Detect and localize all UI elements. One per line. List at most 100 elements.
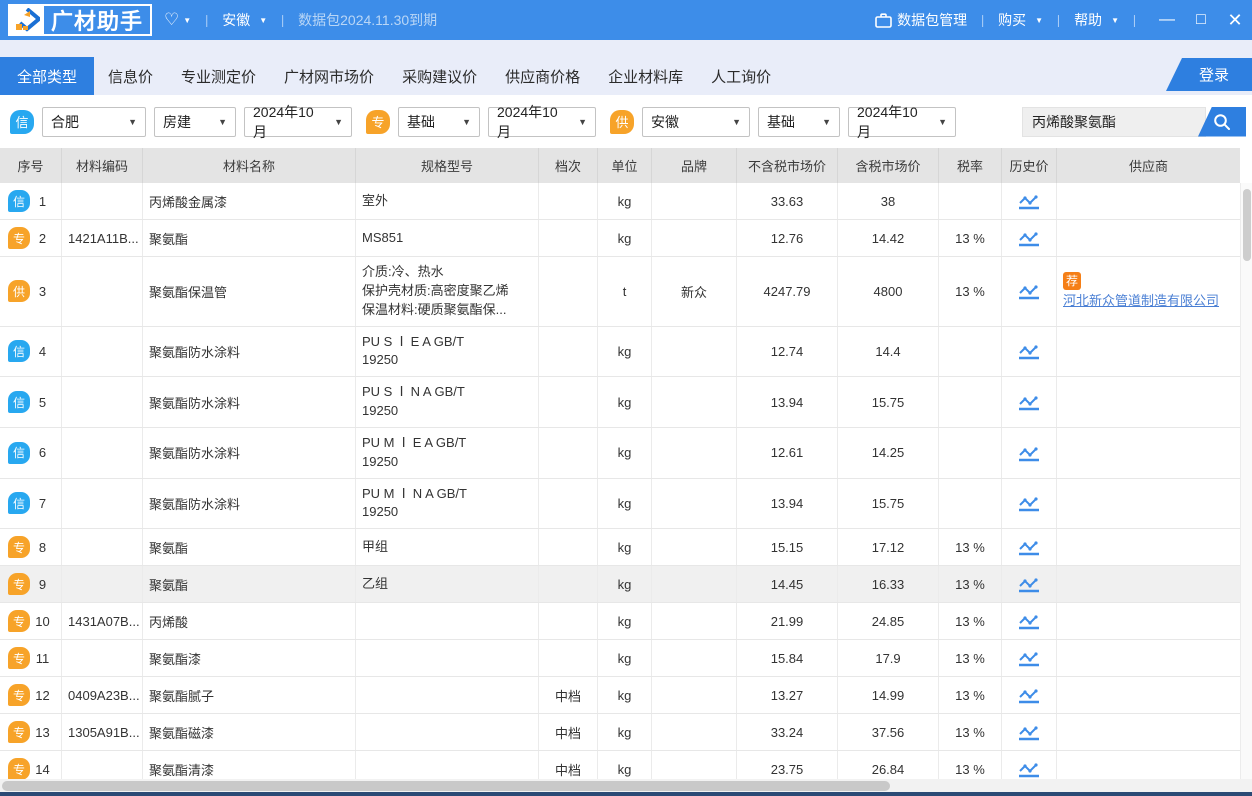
tab-1[interactable]: 全部类型 [0, 57, 95, 95]
table-row[interactable]: 专 13 1305A91B... 聚氨酯磁漆 中档 kg 33.24 37.56… [0, 714, 1240, 752]
tab-3[interactable]: 专业测定价 [167, 57, 270, 95]
cell-no: 专 2 [0, 220, 62, 256]
cell-unit: kg [598, 529, 652, 566]
region-selector[interactable]: 安徽 ▼ [222, 10, 267, 30]
close-button[interactable]: ✕ [1218, 0, 1252, 40]
source-badge: 专 [8, 227, 30, 249]
table-row[interactable]: 信 5 聚氨酯防水涂料 PU S Ⅰ N A GB/T 19250 kg 13.… [0, 377, 1240, 428]
filter-select[interactable]: 2024年10月 ▼ [244, 104, 352, 140]
table-row[interactable]: 专 2 1421A11B... 聚氨酯 MS851 kg 12.76 14.42… [0, 220, 1240, 257]
filter-select[interactable]: 基础 ▼ [398, 106, 480, 137]
separator: 丨 [1127, 13, 1141, 29]
app-logo-icon [10, 6, 44, 34]
table-body: 信 1 丙烯酸金属漆 室外 kg 33.63 38 专 2 1421A11B..… [0, 183, 1240, 779]
table-row[interactable]: 专 14 聚氨酯清漆 中档 kg 23.75 26.84 13 % [0, 751, 1240, 779]
favorite-caret-icon[interactable]: ▼ [183, 16, 191, 25]
tab-7[interactable]: 企业材料库 [594, 57, 697, 95]
price-history-chart-icon[interactable] [1017, 444, 1041, 462]
help-menu[interactable]: 帮助 ▼ [1074, 10, 1119, 30]
tab-5[interactable]: 采购建议价 [388, 57, 491, 95]
cell-grade [539, 183, 598, 219]
maximize-button[interactable]: □ [1184, 0, 1218, 40]
tab-6[interactable]: 供应商价格 [491, 57, 594, 95]
app-window: 广材助手 ♡ ▼ 丨 安徽 ▼ 丨 数据包2024.11.30到期 数据包管理 … [0, 0, 1252, 796]
cell-grade: 中档 [539, 714, 598, 751]
table-row[interactable]: 专 11 聚氨酯漆 kg 15.84 17.9 13 % [0, 640, 1240, 678]
price-history-chart-icon[interactable] [1017, 723, 1041, 741]
price-history-chart-icon[interactable] [1017, 192, 1041, 210]
cell-price-incl-tax: 15.75 [838, 377, 939, 427]
tab-2[interactable]: 信息价 [94, 57, 167, 95]
supplier-link[interactable]: 河北新众管道制造有限公司 [1063, 292, 1219, 311]
horizontal-scrollbar-thumb[interactable] [2, 781, 890, 791]
price-history-chart-icon[interactable] [1017, 760, 1041, 778]
price-history-chart-icon[interactable] [1017, 686, 1041, 704]
cell-brand [652, 677, 737, 714]
minimize-button[interactable]: — [1150, 0, 1184, 40]
price-history-chart-icon[interactable] [1017, 229, 1041, 247]
filter-select[interactable]: 房建 ▼ [154, 106, 236, 137]
vertical-scrollbar[interactable] [1240, 183, 1252, 779]
filter-select[interactable]: 安徽 ▼ [642, 106, 750, 137]
buy-caret-icon: ▼ [1035, 15, 1044, 25]
cell-name: 丙烯酸 [143, 603, 356, 640]
cell-code: 1431A07B... [62, 603, 143, 640]
filter-select[interactable]: 合肥 ▼ [42, 106, 146, 137]
source-badge: 专 [8, 758, 30, 779]
cell-grade [539, 220, 598, 256]
row-number: 12 [35, 687, 50, 703]
price-history-chart-icon[interactable] [1017, 494, 1041, 512]
table-row[interactable]: 专 12 0409A23B... 聚氨酯腻子 中档 kg 13.27 14.99… [0, 677, 1240, 715]
price-history-chart-icon[interactable] [1017, 612, 1041, 630]
price-history-chart-icon[interactable] [1017, 649, 1041, 667]
price-history-chart-icon[interactable] [1017, 575, 1041, 593]
cell-code: 1305A91B... [62, 714, 143, 751]
cell-grade [539, 478, 598, 529]
horizontal-scrollbar[interactable] [0, 779, 1252, 792]
cell-history [1002, 751, 1057, 779]
table-row[interactable]: 信 6 聚氨酯防水涂料 PU M Ⅰ E A GB/T 19250 kg 12.… [0, 427, 1240, 479]
tab-4[interactable]: 广材网市场价 [270, 57, 388, 95]
filter-group: 供 安徽 ▼ 基础 ▼ 2024年10月 ▼ [610, 104, 956, 140]
separator: 丨 [276, 13, 290, 29]
table-row[interactable]: 专 8 聚氨酯 甲组 kg 15.15 17.12 13 % [0, 529, 1240, 567]
login-button[interactable]: 登录 [1166, 58, 1252, 91]
cell-supplier [1057, 220, 1240, 256]
search-input[interactable]: 丙烯酸聚氨酯 [1022, 106, 1206, 137]
tab-8[interactable]: 人工询价 [697, 57, 785, 95]
table-row[interactable]: 专 10 1431A07B... 丙烯酸 kg 21.99 24.85 13 % [0, 603, 1240, 641]
supplier-box: 荐 河北新众管道制造有限公司 [1063, 271, 1234, 311]
table-row[interactable]: 信 1 丙烯酸金属漆 室外 kg 33.63 38 [0, 183, 1240, 220]
table-row[interactable]: 专 9 聚氨酯 乙组 kg 14.45 16.33 13 % [0, 566, 1240, 604]
price-history-chart-icon[interactable] [1017, 393, 1041, 411]
filter-select[interactable]: 2024年10月 ▼ [848, 104, 956, 140]
filter-select[interactable]: 基础 ▼ [758, 106, 840, 137]
favorite-heart-icon[interactable]: ♡ [164, 10, 179, 30]
chevron-down-icon: ▼ [218, 116, 227, 127]
filter-select[interactable]: 2024年10月 ▼ [488, 104, 596, 140]
filter-select-value: 2024年10月 [497, 103, 558, 140]
buy-menu[interactable]: 购买 ▼ [998, 10, 1043, 30]
price-history-chart-icon[interactable] [1017, 538, 1041, 556]
cell-name: 聚氨酯防水涂料 [143, 326, 356, 377]
source-badge: 专 [8, 573, 30, 596]
cell-brand [652, 751, 737, 779]
package-manage-button[interactable]: 数据包管理 [875, 10, 967, 30]
column-header: 档次 [539, 148, 598, 183]
table-row[interactable]: 供 3 聚氨酯保温管 介质:冷、热水 保护壳材质:高密度聚乙烯 保温材料:硬质聚… [0, 257, 1240, 327]
cell-tax-rate: 13 % [939, 566, 1002, 603]
cell-price-excl-tax: 13.94 [737, 377, 838, 427]
table-row[interactable]: 信 4 聚氨酯防水涂料 PU S Ⅰ E A GB/T 19250 kg 12.… [0, 326, 1240, 378]
cell-tax-rate [939, 183, 1002, 219]
table-row[interactable]: 信 7 聚氨酯防水涂料 PU M Ⅰ N A GB/T 19250 kg 13.… [0, 478, 1240, 530]
filter-select-value: 房建 [163, 113, 191, 130]
price-history-chart-icon[interactable] [1017, 342, 1041, 360]
cell-supplier [1057, 677, 1240, 713]
column-header: 供应商 [1128, 159, 1168, 174]
recommended-badge: 荐 [1063, 271, 1081, 290]
cell-unit: kg [598, 478, 652, 529]
vertical-scrollbar-thumb[interactable] [1243, 189, 1251, 261]
price-history-chart-icon[interactable] [1017, 282, 1041, 300]
cell-name: 聚氨酯漆 [143, 640, 356, 677]
cell-code [62, 566, 143, 603]
